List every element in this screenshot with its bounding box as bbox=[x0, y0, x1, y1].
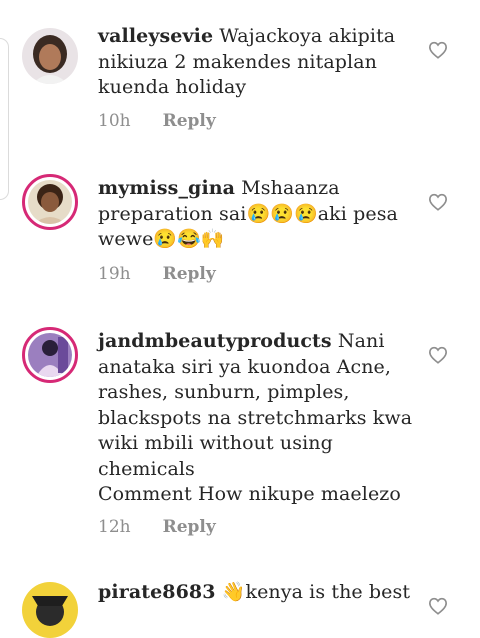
comment-meta: 12h Reply bbox=[98, 517, 216, 537]
avatar[interactable] bbox=[22, 28, 78, 84]
avatar[interactable] bbox=[22, 582, 78, 638]
heart-outline-icon[interactable] bbox=[428, 193, 448, 211]
comment-text-block: pirate8683 👋kenya is the best bbox=[98, 580, 416, 606]
comment-timestamp: 19h bbox=[98, 264, 131, 284]
avatar-story-ring[interactable] bbox=[22, 327, 78, 383]
comment-timestamp: 10h bbox=[98, 111, 131, 131]
comment-meta: 10h Reply bbox=[98, 111, 216, 131]
avatar-story-ring[interactable] bbox=[22, 174, 78, 230]
thread-connector-line bbox=[0, 38, 9, 200]
comment-username[interactable]: jandmbeautyproducts bbox=[98, 330, 332, 352]
comment-text-block: valleysevie Wajackoya akipita nikiuza 2 … bbox=[98, 24, 416, 101]
avatar bbox=[28, 180, 72, 224]
heart-outline-icon[interactable] bbox=[428, 41, 448, 59]
comment-username[interactable]: valleysevie bbox=[98, 25, 213, 47]
reply-button[interactable]: Reply bbox=[163, 111, 216, 131]
avatar bbox=[28, 333, 72, 377]
comment-body-line: Comment How nikupe maelezo bbox=[98, 483, 401, 505]
reply-button[interactable]: Reply bbox=[163, 517, 216, 537]
comment-username[interactable]: mymiss_gina bbox=[98, 177, 235, 199]
comment-body: Nani anataka siri ya kuondoa Acne, rashe… bbox=[98, 330, 413, 480]
comment-text-block: mymiss_gina Mshaanza preparation sai😢😢😢a… bbox=[98, 176, 416, 253]
comment-meta: 19h Reply bbox=[98, 264, 216, 284]
comment-body: 👋kenya is the best bbox=[221, 581, 411, 603]
heart-outline-icon[interactable] bbox=[428, 346, 448, 364]
comment-username[interactable]: pirate8683 bbox=[98, 581, 216, 603]
reply-button[interactable]: Reply bbox=[163, 264, 216, 284]
comment-timestamp: 12h bbox=[98, 517, 131, 537]
comment-text-block: jandmbeautyproducts Nani anataka siri ya… bbox=[98, 329, 416, 508]
heart-outline-icon[interactable] bbox=[428, 597, 448, 615]
